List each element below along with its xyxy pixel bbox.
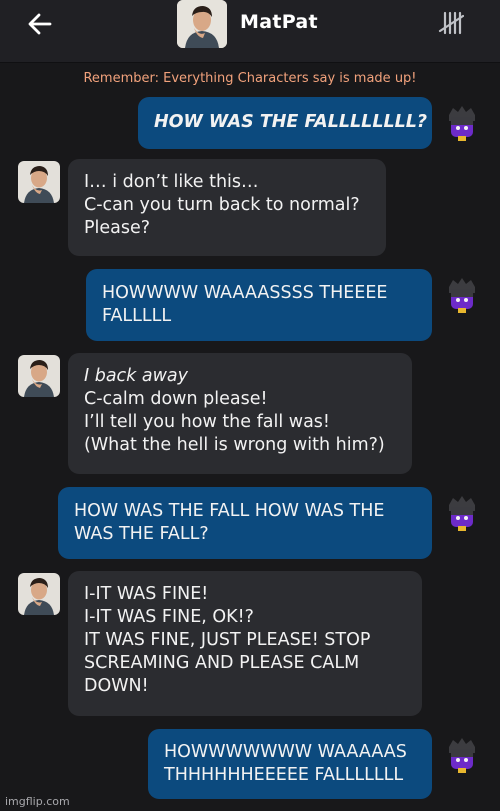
user-message[interactable]: HOW WAS THE FALLLLLLLL? — [138, 97, 432, 149]
message-line: WAS THE FALL? — [74, 524, 209, 544]
message-line: I… i don’t like this… — [84, 172, 259, 192]
disclaimer-text: Remember: Everything Characters say is m… — [83, 71, 417, 86]
message-line: FALLLLL — [102, 306, 172, 326]
chat-header: MatPat — [0, 0, 500, 63]
message-line: HOW WAS THE FALLLLLLLL? — [154, 112, 428, 132]
message-line: Please? — [84, 218, 151, 238]
user-message[interactable]: HOWWWWWWW WAAAAAS THHHHHHEEEEE FALLLLLLL — [148, 729, 432, 799]
message-line: I-IT WAS FINE! — [84, 584, 209, 604]
character-avatar[interactable] — [177, 0, 227, 48]
user-message[interactable]: HOW WAS THE FALL HOW WAS THE WAS THE FAL… — [58, 487, 432, 559]
message-line: HOW WAS THE FALL HOW WAS THE — [74, 501, 385, 521]
message-line: IT WAS FINE, JUST PLEASE! STOP — [84, 630, 371, 650]
watermark: imgflip.com — [5, 795, 70, 808]
message-line: HOWWWWWWW WAAAAAS — [164, 742, 407, 762]
back-arrow-icon[interactable] — [26, 10, 54, 38]
message-line: SCREAMING AND PLEASE CALM — [84, 653, 360, 673]
message-line: C-can you turn back to normal? — [84, 195, 360, 215]
character-avatar[interactable] — [18, 355, 60, 397]
user-avatar[interactable] — [445, 493, 479, 533]
message-line: (What the hell is wrong with him?) — [84, 435, 385, 455]
user-avatar[interactable] — [445, 103, 479, 143]
character-avatar[interactable] — [18, 161, 60, 203]
character-message[interactable]: I-IT WAS FINE! I-IT WAS FINE, OK!? IT WA… — [68, 571, 422, 716]
user-avatar[interactable] — [445, 275, 479, 315]
message-line: I back away — [84, 366, 188, 386]
message-line: I-IT WAS FINE, OK!? — [84, 607, 254, 627]
character-message[interactable]: I back away C-calm down please! I’ll tel… — [68, 353, 412, 474]
user-avatar[interactable] — [445, 735, 479, 775]
message-line: C-calm down please! — [84, 389, 268, 409]
chat-title: MatPat — [240, 11, 318, 33]
tally-marks-icon[interactable] — [438, 10, 464, 36]
character-message[interactable]: I… i don’t like this… C-can you turn bac… — [68, 159, 386, 256]
message-line: DOWN! — [84, 676, 149, 696]
message-line: HOWWWW WAAAASSSS THEEEE — [102, 283, 388, 303]
message-line: THHHHHHEEEEE FALLLLLLL — [164, 765, 404, 785]
user-message[interactable]: HOWWWW WAAAASSSS THEEEE FALLLLL — [86, 269, 432, 341]
character-avatar[interactable] — [18, 573, 60, 615]
message-line: I’ll tell you how the fall was! — [84, 412, 330, 432]
